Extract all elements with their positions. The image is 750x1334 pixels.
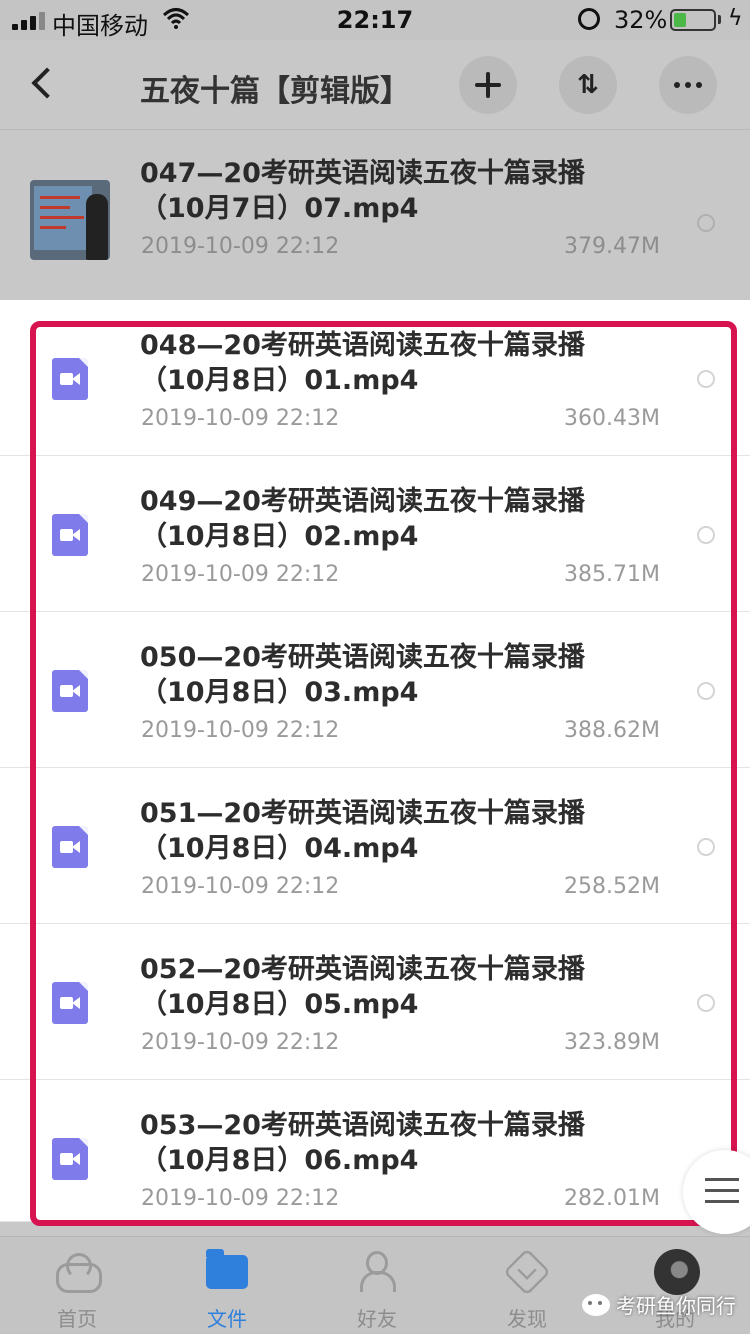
navigation-bar: 五夜十篇【剪辑版】 ⇅ (0, 40, 750, 130)
sort-button[interactable]: ⇅ (559, 56, 617, 114)
file-size: 360.43M (564, 406, 660, 431)
file-row[interactable]: 048—20考研英语阅读五夜十篇录播（10月8日）01.mp4 2019-10-… (0, 300, 750, 456)
tab-discover[interactable]: 发现 (452, 1237, 602, 1334)
tab-label: 发现 (507, 1307, 547, 1331)
video-file-icon (52, 670, 88, 712)
video-thumbnail (30, 180, 110, 260)
select-radio[interactable] (697, 682, 715, 700)
rotation-lock-icon (578, 8, 600, 30)
tab-label: 文件 (207, 1307, 247, 1331)
status-bar: 中国移动 22:17 32% ϟ (0, 0, 750, 40)
file-name: 052—20考研英语阅读五夜十篇录播（10月8日）05.mp4 (140, 954, 585, 1020)
battery-level (674, 13, 686, 27)
tab-mine[interactable]: 我的 (600, 1237, 750, 1334)
cloud-icon (56, 1251, 102, 1293)
battery-icon (670, 9, 716, 31)
wechat-icon (582, 1293, 610, 1316)
file-name: 048—20考研英语阅读五夜十篇录播（10月8日）01.mp4 (140, 330, 585, 396)
watermark-text: 考研鱼你同行 (616, 1294, 736, 1318)
file-row[interactable]: 053—20考研英语阅读五夜十篇录播（10月8日）06.mp4 2019-10-… (0, 1080, 750, 1222)
file-size: 282.01M (564, 1186, 660, 1211)
wechat-watermark: 考研鱼你同行 (582, 1290, 736, 1319)
friends-icon (356, 1251, 398, 1293)
battery-tip (718, 15, 721, 24)
file-date: 2019-10-09 22:12 (141, 874, 340, 899)
more-button[interactable] (659, 56, 717, 114)
file-row[interactable]: 049—20考研英语阅读五夜十篇录播（10月8日）02.mp4 2019-10-… (0, 456, 750, 612)
file-name: 051—20考研英语阅读五夜十篇录播（10月8日）04.mp4 (140, 798, 585, 864)
battery-percentage: 32% (614, 6, 668, 34)
page-title: 五夜十篇【剪辑版】 (140, 74, 410, 109)
plus-icon (475, 72, 501, 98)
tab-files[interactable]: 文件 (152, 1237, 302, 1334)
file-size: 385.71M (564, 562, 660, 587)
tab-label: 好友 (357, 1307, 397, 1331)
file-name: 049—20考研英语阅读五夜十篇录播（10月8日）02.mp4 (140, 486, 585, 552)
file-row[interactable]: 052—20考研英语阅读五夜十篇录播（10月8日）05.mp4 2019-10-… (0, 924, 750, 1080)
file-date: 2019-10-09 22:12 (141, 1030, 340, 1055)
file-name: 047—20考研英语阅读五夜十篇录播（10月7日）07.mp4 (140, 158, 585, 224)
avatar (654, 1249, 700, 1295)
video-file-icon (52, 358, 88, 400)
folder-icon (206, 1249, 248, 1289)
file-size: 323.89M (564, 1030, 660, 1055)
select-radio[interactable] (697, 994, 715, 1012)
file-date: 2019-10-09 22:12 (141, 234, 340, 259)
video-file-icon (52, 514, 88, 556)
discover-icon (503, 1248, 551, 1296)
file-name: 050—20考研英语阅读五夜十篇录播（10月8日）03.mp4 (140, 642, 585, 708)
tab-friends[interactable]: 好友 (302, 1237, 452, 1334)
file-date: 2019-10-09 22:12 (141, 562, 340, 587)
file-row[interactable]: 047—20考研英语阅读五夜十篇录播（10月7日）07.mp4 2019-10-… (0, 140, 750, 296)
back-button[interactable] (22, 60, 66, 108)
video-file-icon (52, 982, 88, 1024)
video-file-icon (52, 826, 88, 868)
add-button[interactable] (459, 56, 517, 114)
more-dots-icon (674, 82, 702, 88)
file-date: 2019-10-09 22:12 (141, 406, 340, 431)
video-file-icon (52, 1138, 88, 1180)
sort-icon: ⇅ (577, 70, 599, 100)
select-radio[interactable] (697, 526, 715, 544)
file-size: 379.47M (564, 234, 660, 259)
select-radio[interactable] (697, 370, 715, 388)
charging-icon: ϟ (728, 6, 743, 31)
tab-label: 首页 (57, 1307, 97, 1331)
file-date: 2019-10-09 22:12 (141, 718, 340, 743)
file-name: 053—20考研英语阅读五夜十篇录播（10月8日）06.mp4 (140, 1110, 585, 1176)
file-size: 258.52M (564, 874, 660, 899)
tab-home[interactable]: 首页 (2, 1237, 152, 1334)
select-radio[interactable] (697, 838, 715, 856)
tab-bar: 首页 文件 好友 发现 我的 (0, 1236, 750, 1334)
file-row[interactable]: 051—20考研英语阅读五夜十篇录播（10月8日）04.mp4 2019-10-… (0, 768, 750, 924)
file-row[interactable]: 050—20考研英语阅读五夜十篇录播（10月8日）03.mp4 2019-10-… (0, 612, 750, 768)
select-radio[interactable] (697, 214, 715, 232)
file-size: 388.62M (564, 718, 660, 743)
file-date: 2019-10-09 22:12 (141, 1186, 340, 1211)
